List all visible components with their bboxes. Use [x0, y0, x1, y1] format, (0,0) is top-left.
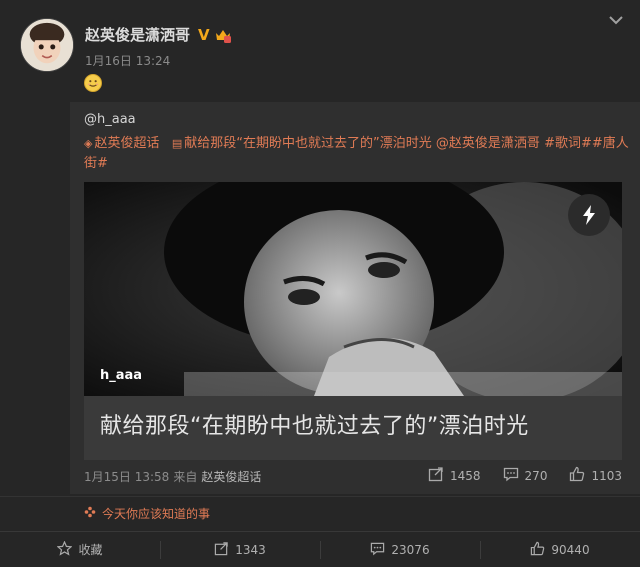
repost-like-button[interactable]: 1103: [569, 466, 622, 485]
star-icon: [57, 539, 73, 559]
hint-text: 今天你应该知道的事: [102, 507, 211, 521]
flower-icon: [84, 506, 96, 521]
mention-link[interactable]: @赵英俊是潇洒哥: [436, 136, 540, 151]
footer-comment-count: 23076: [391, 542, 430, 557]
footer-like-button[interactable]: 90440: [480, 532, 640, 567]
thumbs-up-icon: [569, 466, 585, 485]
flash-icon[interactable]: [568, 194, 610, 236]
supertopic-link[interactable]: 赵英俊超话: [94, 136, 159, 151]
card-title[interactable]: 献给那段“在期盼中也就过去了的”漂泊时光: [100, 408, 529, 440]
from-label: 来自: [173, 470, 198, 484]
smile-emoji-icon: [84, 74, 102, 92]
comment-icon: [370, 541, 385, 559]
avatar[interactable]: [20, 18, 74, 72]
repost-time[interactable]: 1月15日 13:58: [84, 468, 169, 485]
footer-like-count: 90440: [551, 542, 590, 557]
source-link[interactable]: 赵英俊超话: [201, 468, 261, 485]
original-text: ◈ 赵英俊超话 ▤ 献给那段“在期盼中也就过去了的”漂泊时光 @赵英俊是潇洒哥 #歌…: [84, 134, 632, 174]
card-image[interactable]: [84, 182, 622, 396]
footer-comment-button[interactable]: 23076: [320, 532, 480, 567]
repost-count: 1458: [450, 468, 481, 483]
post-time[interactable]: 1月16日 13:24: [85, 52, 170, 69]
repost-share-button[interactable]: 1458: [428, 466, 481, 485]
comment-count: 270: [524, 468, 548, 483]
favorite-label: 收藏: [78, 543, 103, 557]
thumbs-up-icon: [530, 541, 545, 559]
article-link[interactable]: 献给那段“在期盼中也就过去了的”漂泊时光: [184, 136, 431, 151]
original-author[interactable]: @h_aaa: [84, 112, 136, 127]
article-card[interactable]: h_aaa 献给那段“在期盼中也就过去了的”漂泊时光: [84, 182, 622, 460]
repost-actions: 1458 270 1103: [428, 466, 622, 485]
vip-crown-icon[interactable]: [214, 26, 232, 44]
repost-comment-button[interactable]: 270: [503, 466, 548, 485]
author-name[interactable]: 赵英俊是潇洒哥: [85, 24, 190, 45]
more-options-chevron-icon[interactable]: [606, 12, 626, 28]
author-row: 赵英俊是潇洒哥 V: [85, 24, 232, 45]
repost-meta: 1月15日 13:58 来自 赵英俊超话: [84, 468, 261, 485]
article-icon: ▤: [171, 137, 183, 150]
verified-badge: V: [198, 25, 210, 44]
favorite-button[interactable]: 收藏: [0, 532, 160, 567]
footer-repost-count: 1343: [235, 542, 266, 557]
comment-icon: [503, 466, 519, 485]
post-footer: 收藏 1343 23076 90440: [0, 531, 640, 567]
weibo-post: 赵英俊是潇洒哥 V 1月16日 13:24 @h_aaa ◈ 赵英俊超话 ▤ 献给那…: [0, 0, 640, 567]
hint-link[interactable]: 今天你应该知道的事: [84, 505, 210, 522]
card-username: h_aaa: [100, 368, 143, 383]
like-count: 1103: [591, 468, 622, 483]
share-icon: [428, 466, 444, 485]
share-icon: [214, 541, 229, 559]
footer-repost-button[interactable]: 1343: [160, 532, 320, 567]
hint-row: 今天你应该知道的事: [0, 496, 640, 528]
supertopic-icon: ◈: [84, 137, 93, 150]
hashtag-lyrics[interactable]: #歌词#: [544, 136, 592, 151]
